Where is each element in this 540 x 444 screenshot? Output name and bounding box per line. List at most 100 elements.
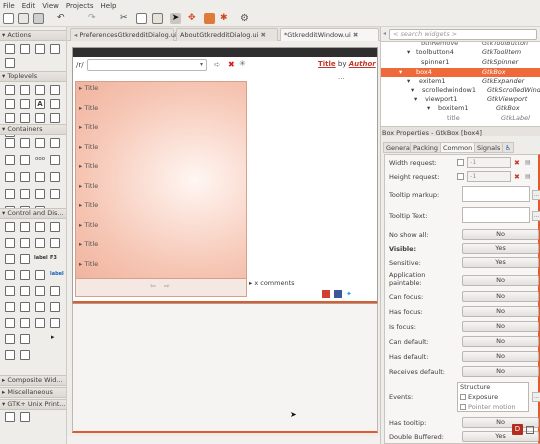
stop-icon[interactable]: ✖ xyxy=(228,60,235,69)
aspect-frame-icon[interactable] xyxy=(20,155,30,165)
file-chooser-button-icon[interactable] xyxy=(35,318,45,328)
button-box-icon[interactable] xyxy=(35,172,45,182)
box-icon[interactable] xyxy=(5,138,15,148)
radio-action-icon[interactable] xyxy=(35,44,45,54)
tab-close-icon[interactable]: ✖ xyxy=(258,31,265,39)
toolbar-icon[interactable] xyxy=(5,172,15,182)
menu-view[interactable]: View xyxy=(42,2,59,10)
palette-section-containers[interactable]: ▾ Containers xyxy=(0,124,66,135)
overlay-icon[interactable]: ooo xyxy=(35,156,45,162)
post-list[interactable]: ▸ Title ▸ Title ▸ Title ▸ Title ▸ Title … xyxy=(75,81,247,279)
recent-action-icon[interactable] xyxy=(50,44,60,54)
palette-section-misc[interactable]: ▸ Miscellaneous xyxy=(0,387,66,398)
margin-icon[interactable] xyxy=(204,13,215,24)
subreddit-combo[interactable]: ▾ xyxy=(87,59,207,71)
drag-resize-icon[interactable]: ✥ xyxy=(188,13,199,24)
checkbox[interactable] xyxy=(457,173,464,180)
tool-palette-icon[interactable] xyxy=(20,172,30,182)
app-chooser-dialog-icon[interactable] xyxy=(35,113,45,123)
tree-row[interactable]: ▾ exitem1 GtkExpander xyxy=(381,77,540,86)
expand-arrow-icon[interactable]: ▾ xyxy=(407,77,410,86)
debug-icon[interactable]: D xyxy=(512,424,523,435)
edit-button[interactable]: … xyxy=(532,392,540,402)
link-button-icon[interactable] xyxy=(5,238,15,248)
about-dialog-icon[interactable] xyxy=(5,99,15,109)
menu-edit[interactable]: Edit xyxy=(22,2,36,10)
event-box-icon[interactable] xyxy=(20,189,30,199)
font-button-icon[interactable] xyxy=(5,318,15,328)
spin-button-icon[interactable] xyxy=(20,238,30,248)
author-link[interactable]: Author xyxy=(349,60,376,68)
toggle-value[interactable]: Yes xyxy=(462,257,539,268)
checkbox[interactable] xyxy=(457,159,464,166)
list-item[interactable]: Exposure xyxy=(460,393,498,402)
paste-icon[interactable] xyxy=(152,13,163,24)
tooltip-markup-input[interactable] xyxy=(462,186,530,202)
menubar-icon[interactable] xyxy=(50,155,60,165)
palette-section-control-display[interactable]: ▾ Control and Dis... xyxy=(0,208,66,219)
tooltip-text-input[interactable] xyxy=(462,207,530,223)
list-item[interactable]: Pointer motion xyxy=(460,403,516,411)
menu-arrow-icon[interactable]: ▸ xyxy=(51,333,55,341)
tab-close-icon[interactable]: ✖ xyxy=(351,31,358,39)
spinner-icon[interactable] xyxy=(35,286,45,296)
window-preview[interactable]: /r/ ▾ ➪ ✖ ✳ Title by Author ... ▸ Title … xyxy=(72,47,378,304)
tab-signals[interactable]: Signals xyxy=(474,142,504,153)
grid-icon[interactable] xyxy=(20,138,30,148)
tree-row[interactable]: ▾ scrolledwindow1 GtkScrolledWindow xyxy=(381,86,540,95)
menu-file[interactable]: File xyxy=(3,2,15,10)
search-entry-icon[interactable] xyxy=(20,270,30,280)
font-dialog-icon[interactable]: A xyxy=(35,99,45,109)
toggle-action-icon[interactable] xyxy=(20,44,30,54)
twitter-icon[interactable]: ✦ xyxy=(346,290,352,298)
prev-page-icon[interactable]: ⇦ xyxy=(150,282,156,290)
frame-icon[interactable] xyxy=(5,155,15,165)
list-item[interactable]: ▸ Title xyxy=(79,182,249,202)
accel-label-icon[interactable]: F3 xyxy=(50,255,57,261)
undo-icon[interactable]: ↶ xyxy=(57,13,68,24)
resize-grip-icon[interactable] xyxy=(526,426,534,434)
checkbox[interactable] xyxy=(460,404,466,410)
menu-projects[interactable]: Projects xyxy=(66,2,94,10)
menu-button-icon[interactable] xyxy=(50,302,60,312)
offscreen-window-icon[interactable] xyxy=(50,85,60,95)
notebook-icon[interactable] xyxy=(50,138,60,148)
page-setup-icon[interactable] xyxy=(50,113,60,123)
window-preview-lower[interactable] xyxy=(72,304,378,433)
tree-row[interactable]: ▾ viewport1 GtkViewport xyxy=(381,95,540,104)
statusbar-widget-icon[interactable] xyxy=(5,350,15,360)
action-group-icon[interactable] xyxy=(5,58,15,68)
app-chooser-button-icon[interactable] xyxy=(50,318,60,328)
layout-icon[interactable] xyxy=(50,172,60,182)
arrow-icon[interactable] xyxy=(50,286,60,296)
toggle-value[interactable]: No xyxy=(462,336,539,347)
preferences-gear-icon[interactable]: ⚙ xyxy=(240,13,251,24)
alignment-icon[interactable] xyxy=(35,189,45,199)
level-bar-icon[interactable] xyxy=(20,286,30,296)
palette-section-unix-print[interactable]: ▾ GTK+ Unix Print... xyxy=(0,399,66,410)
reset-icon[interactable]: ▤ xyxy=(525,170,531,184)
toggle-value[interactable]: No xyxy=(462,275,539,286)
toggle-value[interactable]: No xyxy=(462,321,539,332)
palette-section-toplevels[interactable]: ▾ Toplevels xyxy=(0,71,66,82)
combo-box-icon[interactable] xyxy=(35,270,45,280)
reset-icon[interactable]: ▤ xyxy=(525,156,531,170)
button-icon[interactable] xyxy=(5,222,15,232)
spin-input[interactable]: -1 xyxy=(467,157,511,168)
tree-view-icon[interactable] xyxy=(5,302,15,312)
expand-arrow-icon[interactable]: ▾ xyxy=(427,104,430,113)
cut-icon[interactable]: ✂ xyxy=(120,13,131,24)
toggle-value[interactable]: No xyxy=(462,306,539,317)
list-item[interactable]: ▸ Title xyxy=(79,201,249,221)
go-arrow-icon[interactable]: ➪ xyxy=(214,60,221,69)
facebook-icon[interactable] xyxy=(334,290,342,298)
list-item[interactable]: ▸ Title xyxy=(79,84,249,104)
comments-expander[interactable]: ▸ x comments xyxy=(249,279,295,287)
tab-packing[interactable]: Packing xyxy=(410,142,442,153)
open-icon[interactable] xyxy=(18,13,29,24)
scrollbar-icon[interactable] xyxy=(20,334,30,344)
file-chooser-dialog-icon[interactable] xyxy=(50,99,60,109)
design-canvas[interactable]: /r/ ▾ ➪ ✖ ✳ Title by Author ... ▸ Title … xyxy=(67,41,380,436)
pointer-icon[interactable]: ➤ xyxy=(170,13,181,24)
switch-icon[interactable] xyxy=(35,238,45,248)
